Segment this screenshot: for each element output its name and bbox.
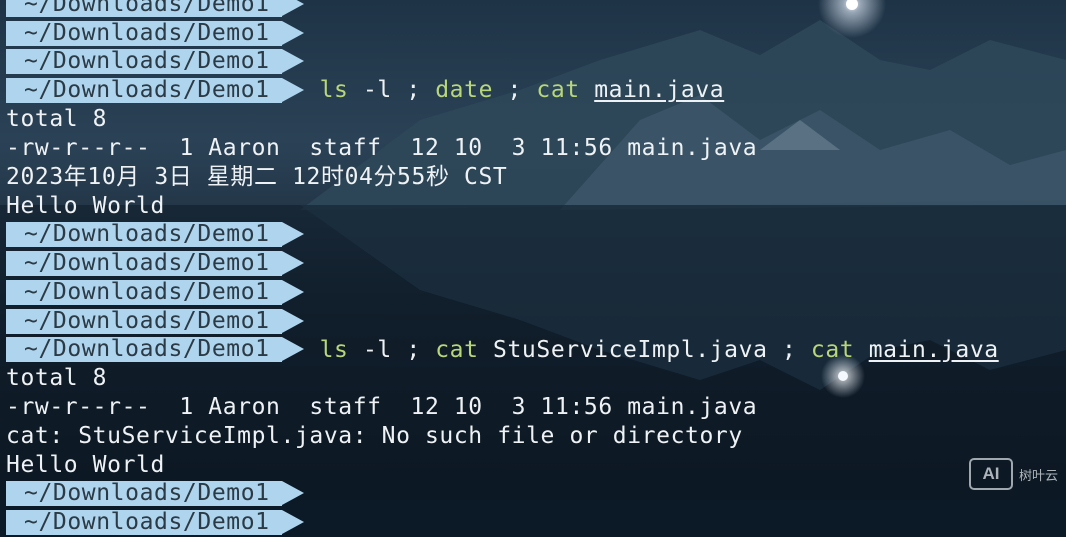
command-cat: cat (810, 336, 855, 363)
command-file-missing: StuServiceImpl.java (493, 336, 768, 363)
prompt-path-segment: ~/Downloads/Demo1 (6, 510, 304, 536)
output-date: 2023年10月 3日 星期二 12时04分55秒 CST (6, 163, 508, 190)
command-flag: -l (362, 77, 392, 104)
prompt-line: ~/Downloads/Demo1 (0, 508, 1066, 537)
command-cat: cat (536, 77, 580, 104)
terminal-window[interactable]: ~/Downloads/Demo1 ~/Downloads/Demo1 ~/Do… (0, 0, 1066, 537)
prompt-line: ~/Downloads/Demo1 (0, 220, 1066, 249)
output-line: total 8 (0, 105, 1066, 134)
prompt-path-segment: ~/Downloads/Demo1 (6, 20, 304, 46)
output-line: Hello World (0, 451, 1066, 480)
output-line: total 8 (0, 364, 1066, 393)
command-cat: cat (435, 336, 479, 363)
prompt-path-segment: ~/Downloads/Demo1 (6, 279, 304, 305)
command-text: ls -l ; date ; cat main.java (320, 76, 725, 105)
file-path-link[interactable]: main.java (594, 77, 724, 103)
output-listing: -rw-r--r-- 1 Aaron staff 12 10 3 11:56 m… (6, 134, 758, 161)
command-flag: -l (362, 336, 392, 363)
output-error: cat: StuServiceImpl.java: No such file o… (6, 422, 743, 449)
prompt-path-segment: ~/Downloads/Demo1 (6, 78, 304, 104)
output-line: cat: StuServiceImpl.java: No such file o… (0, 422, 1066, 451)
prompt-path-segment: ~/Downloads/Demo1 (6, 49, 304, 75)
command-separator: ; (781, 336, 797, 363)
output-total: total 8 (6, 106, 108, 133)
command-line: ~/Downloads/Demo1 ls -l ; date ; cat mai… (0, 76, 1066, 105)
prompt-line: ~/Downloads/Demo1 (0, 0, 1066, 19)
command-separator: ; (507, 77, 522, 104)
watermark-text: 树叶云 (1018, 468, 1058, 484)
output-hello: Hello World (6, 451, 165, 478)
prompt-path-segment: ~/Downloads/Demo1 (6, 251, 304, 277)
command-date: date (435, 77, 494, 104)
output-line: -rw-r--r-- 1 Aaron staff 12 10 3 11:56 m… (0, 393, 1066, 422)
command-ls: ls (319, 336, 349, 363)
output-line: 2023年10月 3日 星期二 12时04分55秒 CST (0, 163, 1066, 192)
command-separator: ; (406, 77, 421, 104)
prompt-line: ~/Downloads/Demo1 (0, 278, 1066, 307)
prompt-path-segment: ~/Downloads/Demo1 (6, 337, 304, 363)
output-line: -rw-r--r-- 1 Aaron staff 12 10 3 11:56 m… (0, 134, 1066, 163)
prompt-path-segment: ~/Downloads/Demo1 (6, 481, 304, 507)
prompt-line: ~/Downloads/Demo1 (0, 480, 1066, 509)
output-total: total 8 (6, 365, 108, 392)
prompt-path-segment: ~/Downloads/Demo1 (6, 308, 304, 334)
prompt-path-segment: ~/Downloads/Demo1 (6, 222, 304, 248)
command-line: ~/Downloads/Demo1 ls -l ; cat StuService… (0, 336, 1066, 365)
prompt-line: ~/Downloads/Demo1 (0, 307, 1066, 336)
prompt-line: ~/Downloads/Demo1 (0, 249, 1066, 278)
command-separator: ; (406, 336, 421, 363)
prompt-line: ~/Downloads/Demo1 (0, 48, 1066, 77)
prompt-line: ~/Downloads/Demo1 (0, 19, 1066, 48)
output-hello: Hello World (6, 192, 165, 219)
command-ls: ls (319, 77, 349, 104)
watermark: AI 树叶云 (968, 458, 1058, 490)
command-text: ls -l ; cat StuServiceImpl.java ; cat ma… (320, 336, 999, 365)
prompt-path-segment: ~/Downloads/Demo1 (6, 0, 304, 17)
output-listing: -rw-r--r-- 1 Aaron staff 12 10 3 11:56 m… (6, 394, 758, 421)
file-path-link[interactable]: main.java (869, 337, 999, 363)
watermark-logo-icon: AI (968, 458, 1013, 490)
output-line: Hello World (0, 192, 1066, 221)
